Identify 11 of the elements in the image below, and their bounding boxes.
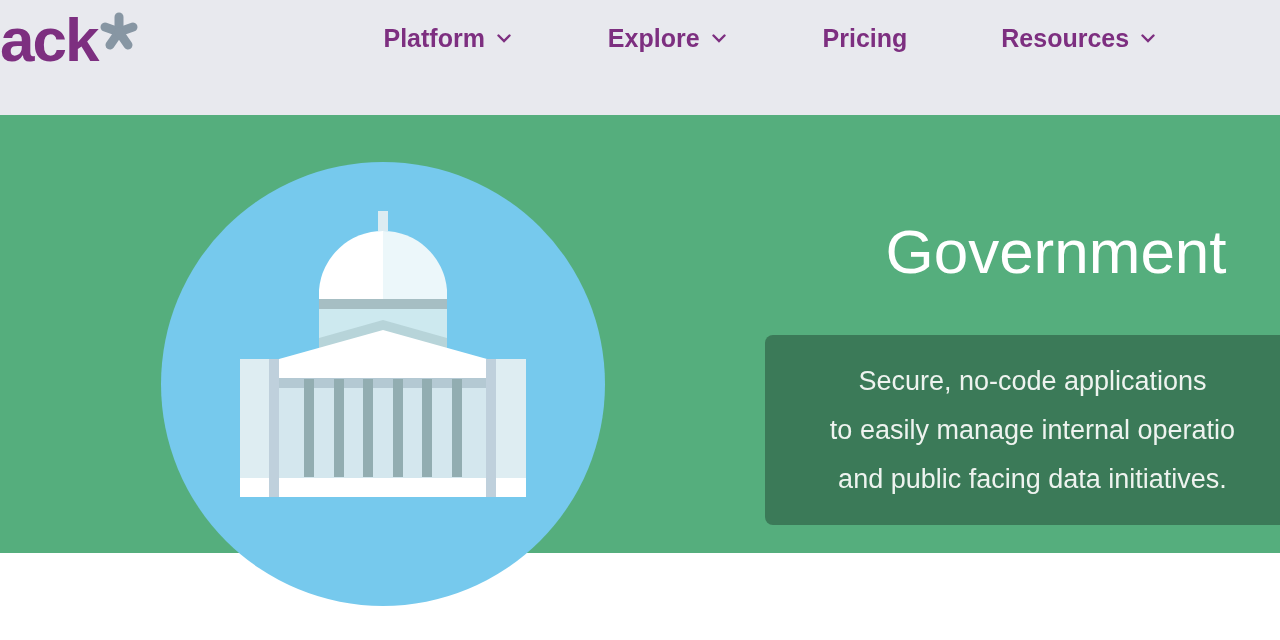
asterisk-icon <box>99 11 140 52</box>
chevron-down-icon <box>1141 34 1156 43</box>
nav-link[interactable]: Pricing <box>822 24 908 53</box>
description-text: Secure, no-code applications to easily manage internal operatio and public facing data initiatives. <box>828 364 1236 496</box>
nav-link[interactable]: Platform <box>383 24 511 53</box>
chevron-down-icon <box>711 34 726 43</box>
nav-link[interactable]: Explore <box>607 24 726 53</box>
nav-link[interactable]: Resources <box>1001 24 1156 53</box>
chevron-down-icon <box>496 34 511 43</box>
logo-text[interactable]: ack <box>0 8 98 71</box>
hero-title: Government <box>884 217 1228 287</box>
